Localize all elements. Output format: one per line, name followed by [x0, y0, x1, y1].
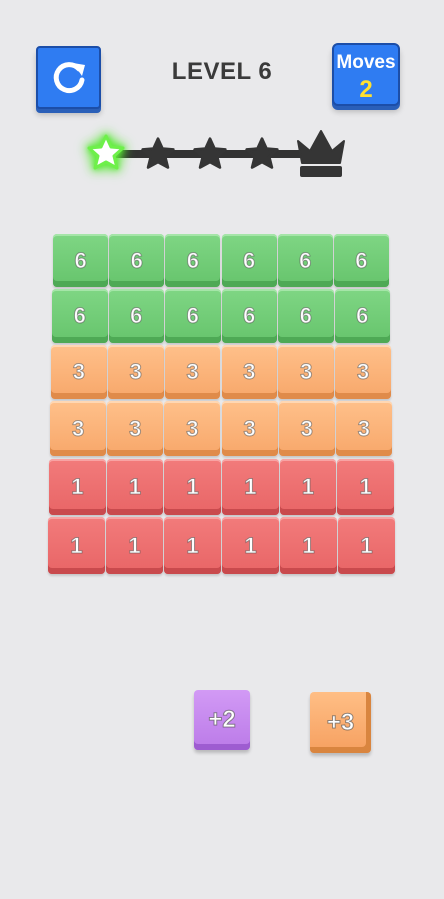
- tile[interactable]: 6: [53, 234, 109, 287]
- tile[interactable]: 1: [164, 459, 221, 515]
- tile[interactable]: 6: [165, 234, 221, 287]
- tile[interactable]: 6: [221, 289, 277, 343]
- tile[interactable]: 3: [221, 401, 278, 456]
- star-icon: [193, 137, 227, 169]
- star-icon-completed: [87, 134, 125, 170]
- star-icon: [245, 137, 279, 169]
- tile[interactable]: 6: [165, 289, 221, 343]
- star-icon: [141, 137, 175, 169]
- tile[interactable]: 6: [109, 234, 165, 287]
- tile[interactable]: 3: [50, 401, 107, 456]
- crown-icon: [297, 130, 345, 177]
- tile[interactable]: 3: [278, 345, 335, 399]
- tile[interactable]: 1: [49, 459, 106, 515]
- tile[interactable]: 6: [334, 289, 390, 343]
- piece-plus-2[interactable]: +2: [194, 690, 250, 750]
- game-board: 666666666666333333333333111111111111: [0, 0, 444, 899]
- tile[interactable]: 1: [280, 517, 337, 574]
- tile[interactable]: 3: [164, 401, 221, 456]
- piece-plus-3[interactable]: +3: [310, 692, 371, 753]
- tile[interactable]: 6: [278, 289, 334, 343]
- tile[interactable]: 1: [222, 459, 279, 515]
- tile[interactable]: 6: [52, 289, 108, 343]
- tile[interactable]: 1: [48, 517, 105, 574]
- moves-value: 2: [359, 76, 373, 103]
- tile[interactable]: 1: [337, 459, 394, 515]
- tile[interactable]: 1: [164, 517, 221, 574]
- tile[interactable]: 1: [279, 459, 337, 515]
- tile[interactable]: 1: [106, 459, 164, 515]
- tile[interactable]: 1: [338, 517, 395, 574]
- tile[interactable]: 1: [106, 517, 163, 574]
- tile[interactable]: 6: [333, 234, 389, 287]
- tile[interactable]: 3: [221, 345, 278, 399]
- tile[interactable]: 3: [107, 401, 164, 456]
- tile[interactable]: 3: [335, 345, 391, 399]
- tile[interactable]: 3: [107, 345, 164, 399]
- moves-label: Moves: [336, 52, 396, 73]
- tile[interactable]: 6: [277, 234, 333, 287]
- tile[interactable]: 6: [221, 234, 277, 287]
- tile[interactable]: 3: [51, 345, 107, 399]
- tile[interactable]: 3: [164, 345, 221, 399]
- tile[interactable]: 3: [335, 401, 392, 456]
- tile[interactable]: 1: [222, 517, 279, 574]
- moves-counter: Moves 2: [332, 43, 400, 106]
- tile[interactable]: 6: [108, 289, 164, 343]
- tile[interactable]: 3: [278, 401, 335, 456]
